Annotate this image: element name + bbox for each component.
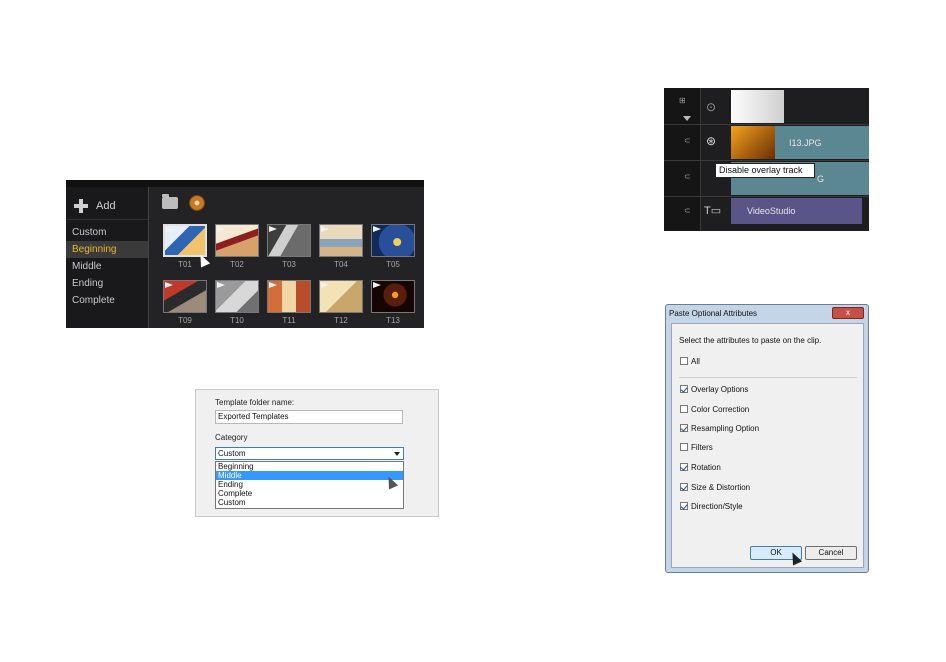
option-beginning[interactable]: Beginning — [216, 462, 403, 471]
template-label: T10 — [230, 316, 244, 325]
disc-icon[interactable] — [189, 195, 205, 211]
add-label: Add — [96, 200, 116, 212]
template-thumbnail[interactable] — [215, 280, 259, 313]
folder-name-label: Template folder name: — [215, 398, 295, 407]
category-middle[interactable]: Middle — [66, 258, 148, 275]
option-label: Size & Distortion — [691, 483, 751, 492]
dialog-description: Select the attributes to paste on the cl… — [679, 336, 822, 345]
option-custom[interactable]: Custom — [216, 498, 403, 507]
category-custom[interactable]: Custom — [66, 224, 148, 241]
timeline-panel: ⊞ ⊙ ⊂ ⊛ I13.JPG ⊂ G ⊂ T▭ VideoStudio Dis… — [664, 88, 869, 231]
overlay-clip-thumbnail[interactable] — [731, 126, 775, 159]
lock-icon[interactable]: ⊂ — [684, 172, 691, 181]
star-icon — [321, 282, 329, 288]
checkbox-overlay-options[interactable] — [680, 385, 688, 393]
template-label: T05 — [386, 260, 400, 269]
template-thumbnail[interactable] — [267, 280, 311, 313]
category-beginning[interactable]: Beginning — [66, 241, 148, 258]
checkbox-resampling-option[interactable] — [680, 424, 688, 432]
folder-name-input[interactable]: Exported Templates — [215, 410, 403, 424]
overlay-track-icon[interactable]: ⊛ — [706, 134, 716, 148]
plus-icon — [74, 199, 88, 213]
option-label: Filters — [691, 443, 713, 452]
category-label: Category — [215, 433, 248, 442]
template-label: T13 — [386, 316, 400, 325]
close-button[interactable]: x — [832, 307, 864, 319]
template-thumbnail[interactable] — [319, 224, 363, 257]
dialog-body: Select the attributes to paste on the cl… — [671, 323, 864, 568]
checkbox-rotation[interactable] — [680, 463, 688, 471]
title-track-icon[interactable]: T▭ — [704, 204, 721, 217]
star-icon — [269, 226, 277, 232]
option-label: Rotation — [691, 463, 721, 472]
star-icon — [166, 227, 174, 233]
template-thumbnail[interactable] — [163, 224, 207, 257]
category-dropdown[interactable]: Custom — [215, 447, 404, 460]
template-thumbnail[interactable] — [371, 280, 415, 313]
folder-icon[interactable] — [162, 194, 178, 209]
title-clip-label: VideoStudio — [747, 206, 796, 216]
star-icon — [373, 226, 381, 232]
dialog-title: Paste Optional Attributes — [669, 309, 758, 318]
checkbox-direction-style[interactable] — [680, 502, 688, 510]
template-label: T03 — [282, 260, 296, 269]
checkbox-all[interactable] — [680, 357, 688, 365]
checkbox-size-distortion[interactable] — [680, 483, 688, 491]
overlay-clip-2-label: G — [817, 174, 825, 184]
template-thumbnail[interactable] — [371, 224, 415, 257]
star-icon — [165, 282, 173, 288]
template-label: T02 — [230, 260, 244, 269]
lock-icon[interactable]: ⊂ — [684, 206, 691, 215]
library-top-bar — [66, 180, 424, 187]
template-thumbnail[interactable] — [163, 280, 207, 313]
option-label: Resampling Option — [691, 424, 760, 433]
star-icon — [269, 282, 277, 288]
category-sidebar: Add Custom Beginning Middle Ending Compl… — [66, 187, 149, 328]
option-complete[interactable]: Complete — [216, 489, 403, 498]
track-divider — [664, 196, 869, 197]
checkbox-all-label: All — [691, 357, 700, 366]
tooltip: Disable overlay track — [715, 163, 815, 178]
paste-attributes-dialog: Paste Optional Attributes x Select the a… — [665, 304, 869, 573]
export-template-dialog: Template folder name: Exported Templates… — [195, 389, 439, 517]
star-icon — [373, 282, 381, 288]
video-clip[interactable] — [731, 90, 784, 123]
overlay-clip-label: I13.JPG — [789, 138, 822, 148]
video-track-icon[interactable]: ⊙ — [706, 100, 716, 114]
track-manager-icon[interactable]: ⊞ — [679, 96, 686, 105]
template-library-panel: Add Custom Beginning Middle Ending Compl… — [66, 180, 424, 328]
checkbox-color-correction[interactable] — [680, 405, 688, 413]
option-label: Overlay Options — [691, 385, 749, 394]
track-divider — [664, 160, 869, 161]
option-label: Direction/Style — [691, 502, 743, 511]
template-thumbnail[interactable] — [215, 224, 259, 257]
category-selected-value: Custom — [218, 449, 246, 458]
cancel-button[interactable]: Cancel — [805, 546, 857, 560]
star-icon — [321, 226, 329, 232]
category-options-list: Beginning Middle Ending Complete Custom — [215, 461, 404, 509]
template-label: T09 — [178, 316, 192, 325]
template-label: T12 — [334, 316, 348, 325]
chevron-down-icon[interactable] — [683, 116, 691, 121]
chevron-down-icon — [394, 452, 400, 456]
dialog-divider — [679, 377, 857, 378]
lock-icon[interactable]: ⊂ — [684, 136, 691, 145]
add-category-button[interactable]: Add — [74, 199, 116, 213]
option-ending[interactable]: Ending — [216, 480, 403, 489]
template-thumbnail[interactable] — [267, 224, 311, 257]
checkbox-filters[interactable] — [680, 443, 688, 451]
video-track-empty — [784, 90, 869, 123]
sidebar-divider — [66, 219, 148, 220]
category-complete[interactable]: Complete — [66, 292, 148, 309]
option-middle[interactable]: Middle — [216, 471, 403, 480]
template-label: T11 — [282, 316, 296, 325]
star-icon — [217, 226, 225, 232]
option-label: Color Correction — [691, 405, 750, 414]
category-ending[interactable]: Ending — [66, 275, 148, 292]
track-divider — [664, 124, 869, 125]
template-label: T04 — [334, 260, 348, 269]
star-icon — [217, 282, 225, 288]
template-thumbnail[interactable] — [319, 280, 363, 313]
